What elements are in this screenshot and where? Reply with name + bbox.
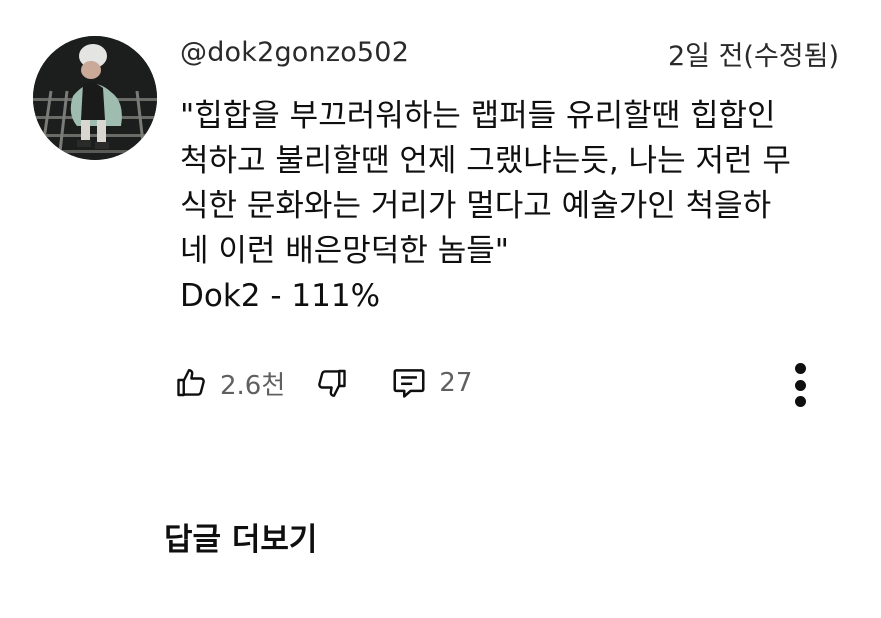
more-options-button[interactable] — [784, 360, 816, 410]
like-count: 2.6천 — [220, 370, 286, 401]
like-button[interactable]: 2.6천 — [174, 365, 285, 402]
author-avatar[interactable] — [33, 36, 157, 160]
comment-text-line: 척하고 불리할땐 언제 그랬냐는듯, 나는 저런 무 — [180, 143, 791, 179]
comment-author[interactable]: @dok2gonzo502 — [180, 36, 409, 70]
comment-text-line: Dok2 - 111% — [180, 278, 381, 314]
comment-text-line: "힙합을 부끄러워하는 랩퍼들 유리할땐 힙합인 — [180, 98, 776, 134]
reply-button[interactable]: 27 — [389, 364, 472, 402]
view-more-replies-button[interactable]: 답글 더보기 — [164, 514, 317, 559]
comment-timestamp: 2일 전(수정됨) — [667, 41, 839, 72]
reply-count: 27 — [439, 368, 473, 398]
comment-text: "힙합을 부끄러워하는 랩퍼들 유리할땐 힙합인 척하고 불리할땐 언제 그랬냐… — [180, 94, 845, 319]
comment-action-bar: 2.6천 27 — [174, 362, 472, 404]
thumbs-up-icon — [174, 365, 210, 401]
comment-text-line: 네 이런 배은망덕한 놈들" — [180, 233, 510, 269]
comment-icon — [389, 364, 429, 402]
thumbs-down-icon — [313, 365, 349, 401]
dislike-button[interactable] — [313, 365, 349, 401]
more-vert-icon — [794, 363, 806, 407]
comment-text-line: 식한 문화와는 거리가 멀다고 예술가인 척을하 — [180, 188, 772, 224]
